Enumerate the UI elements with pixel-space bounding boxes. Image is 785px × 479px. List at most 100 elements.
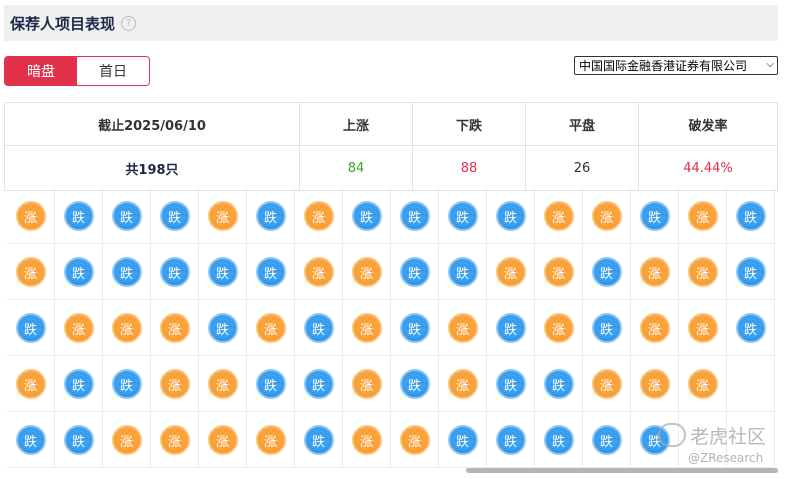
rise-badge[interactable]: 涨: [687, 313, 718, 343]
rise-badge[interactable]: 涨: [351, 313, 382, 343]
grid-cell: 跌: [487, 412, 535, 468]
fall-badge[interactable]: 跌: [735, 257, 766, 287]
grid-cell: 跌: [631, 188, 679, 244]
fall-badge[interactable]: 跌: [63, 201, 94, 231]
rise-badge[interactable]: 涨: [351, 369, 382, 399]
rise-badge[interactable]: 涨: [687, 369, 718, 399]
help-icon[interactable]: ?: [121, 15, 137, 31]
grid-cell: 涨: [631, 300, 679, 356]
fall-badge[interactable]: 跌: [15, 313, 46, 343]
fall-badge[interactable]: 跌: [495, 369, 526, 399]
fall-badge[interactable]: 跌: [543, 369, 574, 399]
horizontal-scrollbar[interactable]: [466, 468, 778, 473]
rise-badge[interactable]: 涨: [303, 257, 334, 287]
grid-cell: 跌: [487, 300, 535, 356]
fall-badge[interactable]: 跌: [63, 369, 94, 399]
rise-badge[interactable]: 涨: [495, 257, 526, 287]
tab-first-day[interactable]: 首日: [77, 57, 149, 85]
grid-cell: 涨: [343, 244, 391, 300]
fall-badge[interactable]: 跌: [303, 313, 334, 343]
rise-badge[interactable]: 涨: [15, 201, 46, 231]
broker-select[interactable]: 中国国际金融香港证券有限公司 ⌵: [574, 56, 778, 75]
fall-badge[interactable]: 跌: [111, 257, 142, 287]
grid-cell: 涨: [7, 244, 55, 300]
rise-badge[interactable]: 涨: [159, 313, 190, 343]
grid-cell: 涨: [343, 356, 391, 412]
fall-badge[interactable]: 跌: [735, 313, 766, 343]
fall-badge[interactable]: 跌: [255, 201, 286, 231]
rise-badge[interactable]: 涨: [303, 201, 334, 231]
flat-count: 26: [525, 145, 639, 191]
rise-badge[interactable]: 涨: [687, 257, 718, 287]
header-flat: 平盘: [525, 102, 639, 146]
fall-badge[interactable]: 跌: [543, 425, 574, 455]
fall-badge[interactable]: 跌: [207, 313, 238, 343]
grid-cell: 涨: [343, 412, 391, 468]
rise-badge[interactable]: 涨: [351, 425, 382, 455]
rise-badge[interactable]: 涨: [543, 313, 574, 343]
fall-badge[interactable]: 跌: [207, 257, 238, 287]
fall-badge[interactable]: 跌: [159, 201, 190, 231]
fall-badge[interactable]: 跌: [591, 425, 622, 455]
fall-badge[interactable]: 跌: [159, 257, 190, 287]
fall-badge[interactable]: 跌: [447, 201, 478, 231]
grid-cell: 跌: [391, 356, 439, 412]
grid-cell: 跌: [439, 412, 487, 468]
fall-badge[interactable]: 跌: [447, 257, 478, 287]
rise-badge[interactable]: 涨: [639, 257, 670, 287]
grid-cell: 涨: [343, 300, 391, 356]
rise-badge[interactable]: 涨: [447, 313, 478, 343]
rise-badge[interactable]: 涨: [399, 425, 430, 455]
grid-cell: 跌: [295, 300, 343, 356]
rise-badge[interactable]: 涨: [15, 257, 46, 287]
fall-badge[interactable]: 跌: [15, 425, 46, 455]
rise-badge[interactable]: 涨: [15, 369, 46, 399]
rise-badge[interactable]: 涨: [63, 313, 94, 343]
fall-badge[interactable]: 跌: [63, 425, 94, 455]
grid-cell: 跌: [487, 188, 535, 244]
rise-badge[interactable]: 涨: [543, 201, 574, 231]
grid-cell: 涨: [439, 300, 487, 356]
fall-badge[interactable]: 跌: [447, 425, 478, 455]
grid-cell: 跌: [55, 188, 103, 244]
fall-badge[interactable]: 跌: [639, 201, 670, 231]
rise-badge[interactable]: 涨: [639, 369, 670, 399]
rise-badge[interactable]: 涨: [687, 201, 718, 231]
rise-badge[interactable]: 涨: [591, 369, 622, 399]
rise-badge[interactable]: 涨: [111, 425, 142, 455]
rise-badge[interactable]: 涨: [543, 257, 574, 287]
rise-badge[interactable]: 涨: [207, 425, 238, 455]
rise-badge[interactable]: 涨: [207, 369, 238, 399]
fall-badge[interactable]: 跌: [303, 369, 334, 399]
fall-badge[interactable]: 跌: [255, 369, 286, 399]
grid-cell: 跌: [535, 412, 583, 468]
fall-badge[interactable]: 跌: [495, 201, 526, 231]
tab-grey-market[interactable]: 暗盘: [5, 57, 77, 85]
fall-badge[interactable]: 跌: [399, 257, 430, 287]
fall-badge[interactable]: 跌: [399, 369, 430, 399]
fall-badge[interactable]: 跌: [399, 201, 430, 231]
fall-badge[interactable]: 跌: [111, 201, 142, 231]
fall-badge[interactable]: 跌: [351, 201, 382, 231]
fall-badge[interactable]: 跌: [303, 425, 334, 455]
rise-badge[interactable]: 涨: [255, 425, 286, 455]
grid-cell: 涨: [199, 412, 247, 468]
fall-badge[interactable]: 跌: [495, 313, 526, 343]
fall-badge[interactable]: 跌: [255, 257, 286, 287]
rise-badge[interactable]: 涨: [351, 257, 382, 287]
fall-badge[interactable]: 跌: [399, 313, 430, 343]
rise-badge[interactable]: 涨: [159, 425, 190, 455]
rise-badge[interactable]: 涨: [111, 313, 142, 343]
rise-badge[interactable]: 涨: [447, 369, 478, 399]
rise-badge[interactable]: 涨: [639, 313, 670, 343]
rise-badge[interactable]: 涨: [207, 201, 238, 231]
fall-badge[interactable]: 跌: [735, 201, 766, 231]
fall-badge[interactable]: 跌: [591, 257, 622, 287]
rise-badge[interactable]: 涨: [159, 369, 190, 399]
rise-badge[interactable]: 涨: [591, 201, 622, 231]
fall-badge[interactable]: 跌: [63, 257, 94, 287]
rise-badge[interactable]: 涨: [255, 313, 286, 343]
fall-badge[interactable]: 跌: [495, 425, 526, 455]
fall-badge[interactable]: 跌: [591, 313, 622, 343]
fall-badge[interactable]: 跌: [111, 369, 142, 399]
